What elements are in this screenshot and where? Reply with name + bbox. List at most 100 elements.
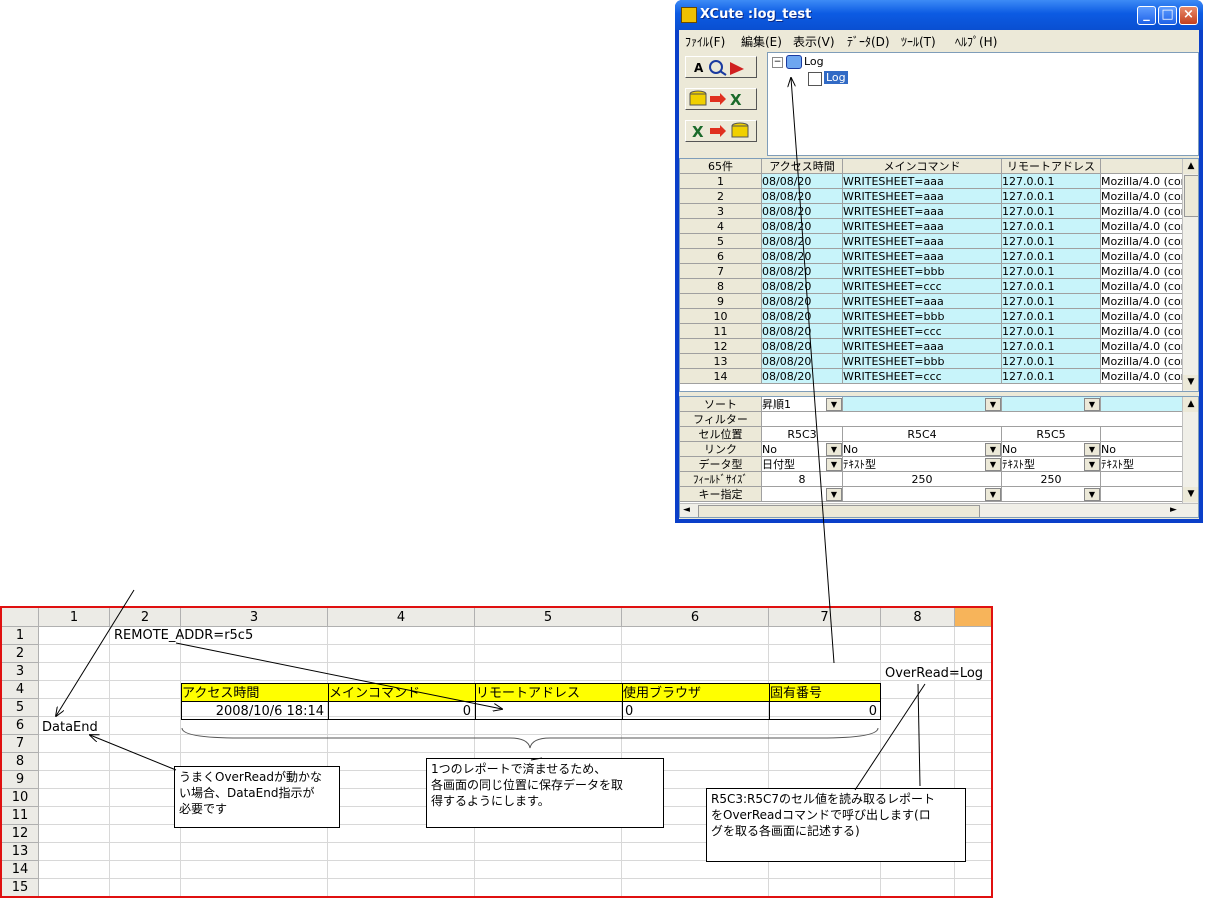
- row-number[interactable]: 14: [680, 369, 762, 384]
- menu-edit[interactable]: 編集(E): [741, 33, 782, 50]
- property-vscrollbar[interactable]: ▲ ▼: [1182, 397, 1198, 503]
- grid-cell[interactable]: Mozilla/4.0 (com: [1101, 264, 1184, 279]
- key-select[interactable]: [1101, 487, 1184, 502]
- grid-cell[interactable]: Mozilla/4.0 (com: [1101, 309, 1184, 324]
- column-header[interactable]: 6: [622, 608, 769, 627]
- field-size[interactable]: 8: [762, 472, 843, 487]
- scroll-up-icon[interactable]: ▲: [1183, 397, 1198, 412]
- grid-cell[interactable]: Mozilla/4.0 (com: [1101, 369, 1184, 384]
- select-all-corner[interactable]: [2, 608, 39, 627]
- grid-cell[interactable]: Mozilla/4.0 (com: [1101, 339, 1184, 354]
- grid-cell[interactable]: WRITESHEET=ccc: [843, 279, 1002, 294]
- row-number[interactable]: 11: [680, 324, 762, 339]
- menu-file[interactable]: ﾌｧｲﾙ(F): [685, 33, 725, 50]
- field-size[interactable]: 250: [1002, 472, 1101, 487]
- row-header[interactable]: 11: [2, 807, 39, 825]
- grid-cell[interactable]: 127.0.0.1: [1002, 279, 1101, 294]
- row-header[interactable]: 7: [2, 735, 39, 753]
- column-header[interactable]: 4: [328, 608, 475, 627]
- grid-cell[interactable]: WRITESHEET=aaa: [843, 219, 1002, 234]
- dropdown-arrow-icon[interactable]: ▼: [985, 488, 1001, 501]
- table-value[interactable]: 0: [328, 701, 476, 720]
- grid-cell[interactable]: 08/08/20: [762, 249, 843, 264]
- row-header[interactable]: 1: [2, 627, 39, 645]
- column-header[interactable]: 7: [769, 608, 881, 627]
- row-number[interactable]: 9: [680, 294, 762, 309]
- row-header[interactable]: 9: [2, 771, 39, 789]
- menu-view[interactable]: 表示(V): [793, 33, 835, 50]
- row-number[interactable]: 7: [680, 264, 762, 279]
- row-number[interactable]: 5: [680, 234, 762, 249]
- column-header[interactable]: 3: [181, 608, 328, 627]
- column-header[interactable]: 1: [39, 608, 110, 627]
- excel-to-db-button[interactable]: X: [685, 120, 757, 142]
- minimize-button[interactable]: _: [1137, 6, 1156, 25]
- grid-cell[interactable]: WRITESHEET=aaa: [843, 249, 1002, 264]
- grid-col-header[interactable]: アクセス時間: [762, 159, 843, 174]
- column-header-selected[interactable]: [955, 608, 991, 627]
- grid-cell[interactable]: 08/08/20: [762, 369, 843, 384]
- menu-data[interactable]: ﾃﾞｰﾀ(D): [847, 33, 890, 50]
- key-select[interactable]: [843, 487, 1002, 502]
- dropdown-arrow-icon[interactable]: ▼: [826, 443, 842, 456]
- grid-cell[interactable]: Mozilla/4.0 (com: [1101, 189, 1184, 204]
- field-size[interactable]: [1101, 472, 1184, 487]
- grid-cell[interactable]: 127.0.0.1: [1002, 234, 1101, 249]
- grid-cell[interactable]: 08/08/20: [762, 309, 843, 324]
- tree-child-label[interactable]: Log: [824, 71, 848, 84]
- dropdown-arrow-icon[interactable]: ▼: [985, 443, 1001, 456]
- row-header[interactable]: 13: [2, 843, 39, 861]
- row-header[interactable]: 10: [2, 789, 39, 807]
- tree-root-label[interactable]: Log: [804, 55, 824, 68]
- table-value[interactable]: 0: [622, 701, 770, 720]
- grid-cell[interactable]: WRITESHEET=aaa: [843, 189, 1002, 204]
- table-value[interactable]: [475, 701, 623, 720]
- grid-cell[interactable]: 127.0.0.1: [1002, 354, 1101, 369]
- scroll-thumb[interactable]: [1184, 175, 1198, 217]
- dropdown-arrow-icon[interactable]: ▼: [1084, 443, 1100, 456]
- log-analyze-button[interactable]: A: [685, 56, 757, 78]
- grid-cell[interactable]: Mozilla/4.0 (com: [1101, 279, 1184, 294]
- grid-cell[interactable]: 08/08/20: [762, 189, 843, 204]
- dropdown-arrow-icon[interactable]: ▼: [985, 458, 1001, 471]
- grid-cell[interactable]: 08/08/20: [762, 219, 843, 234]
- scroll-down-icon[interactable]: ▼: [1183, 375, 1198, 390]
- menu-tools[interactable]: ﾂｰﾙ(T): [901, 33, 936, 50]
- row-number[interactable]: 3: [680, 204, 762, 219]
- remote-addr-cell[interactable]: REMOTE_ADDR=r5c5: [114, 628, 253, 643]
- overread-cell[interactable]: OverRead=Log: [885, 666, 983, 681]
- grid-cell[interactable]: 08/08/20: [762, 174, 843, 189]
- grid-cell[interactable]: WRITESHEET=aaa: [843, 234, 1002, 249]
- tree-expander[interactable]: −: [772, 57, 783, 68]
- grid-cell[interactable]: 127.0.0.1: [1002, 339, 1101, 354]
- grid-cell[interactable]: 127.0.0.1: [1002, 174, 1101, 189]
- dropdown-arrow-icon[interactable]: ▼: [1084, 458, 1100, 471]
- scroll-up-icon[interactable]: ▲: [1183, 159, 1198, 174]
- grid-cell[interactable]: 08/08/20: [762, 339, 843, 354]
- link-select[interactable]: No: [1101, 442, 1184, 457]
- grid-cell[interactable]: WRITESHEET=aaa: [843, 174, 1002, 189]
- row-number[interactable]: 8: [680, 279, 762, 294]
- row-header[interactable]: 8: [2, 753, 39, 771]
- dropdown-arrow-icon[interactable]: ▼: [1084, 488, 1100, 501]
- grid-cell[interactable]: 08/08/20: [762, 204, 843, 219]
- grid-cell[interactable]: Mozilla/4.0 (com: [1101, 324, 1184, 339]
- grid-cell[interactable]: WRITESHEET=aaa: [843, 339, 1002, 354]
- sort-select[interactable]: [843, 397, 1002, 412]
- grid-cell[interactable]: 08/08/20: [762, 324, 843, 339]
- grid-cell[interactable]: 08/08/20: [762, 279, 843, 294]
- grid-cell[interactable]: Mozilla/4.0 (com: [1101, 219, 1184, 234]
- dropdown-arrow-icon[interactable]: ▼: [826, 398, 842, 411]
- grid-cell[interactable]: 08/08/20: [762, 234, 843, 249]
- grid-cell[interactable]: 127.0.0.1: [1002, 369, 1101, 384]
- grid-cell[interactable]: 127.0.0.1: [1002, 324, 1101, 339]
- scroll-down-icon[interactable]: ▼: [1183, 487, 1198, 502]
- row-number[interactable]: 1: [680, 174, 762, 189]
- link-select[interactable]: No: [843, 442, 1002, 457]
- row-header[interactable]: 12: [2, 825, 39, 843]
- grid-cell[interactable]: WRITESHEET=aaa: [843, 204, 1002, 219]
- grid-cell[interactable]: 08/08/20: [762, 354, 843, 369]
- grid-cell[interactable]: Mozilla/4.0 (com: [1101, 174, 1184, 189]
- grid-col-header[interactable]: メインコマンド: [843, 159, 1002, 174]
- row-header[interactable]: 14: [2, 861, 39, 879]
